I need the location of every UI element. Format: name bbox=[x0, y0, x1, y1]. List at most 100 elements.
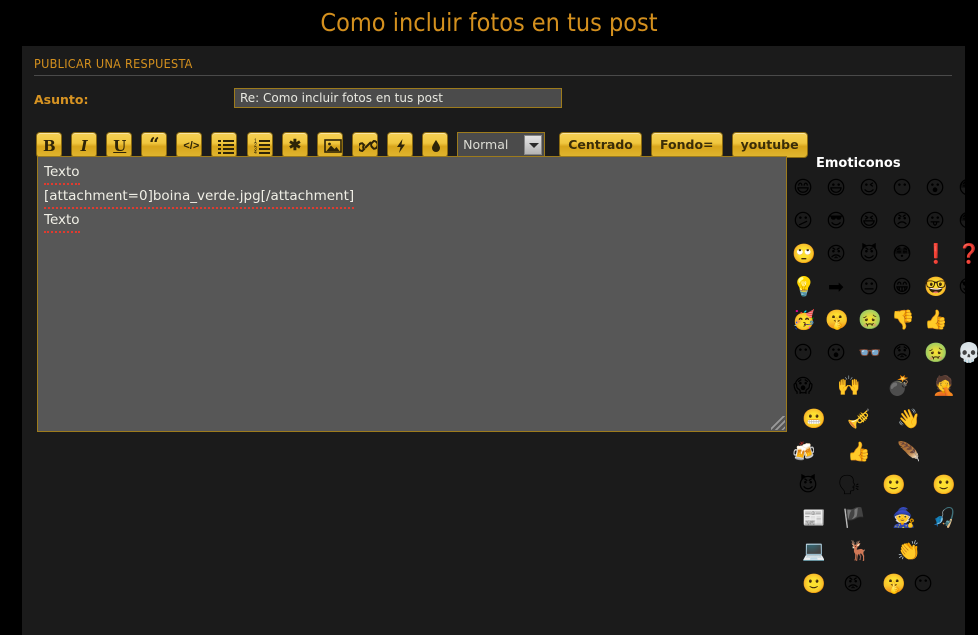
color-button[interactable] bbox=[422, 132, 448, 158]
emoticon-angry[interactable]: 😠 bbox=[891, 210, 913, 232]
bold-button[interactable]: B bbox=[36, 132, 62, 158]
subject-row: Asunto: bbox=[34, 88, 952, 114]
image-button[interactable] bbox=[317, 132, 343, 158]
emoticon-whistle[interactable]: 😬 bbox=[802, 408, 824, 430]
message-textarea[interactable]: Texto [attachment=0]boina_verde.jpg[/att… bbox=[37, 156, 787, 432]
code-button[interactable]: </> bbox=[176, 132, 202, 158]
emoticon-wink[interactable]: 😉 bbox=[858, 177, 880, 199]
centered-button[interactable]: Centrado bbox=[559, 132, 642, 158]
emoticon-glyph: 🙂 bbox=[802, 573, 824, 595]
emoticon-gossip[interactable]: 😶 bbox=[912, 573, 934, 595]
emoticon-fishing[interactable]: 🎣 bbox=[932, 507, 954, 529]
emoticon-thumbs-ok[interactable]: 👍 bbox=[847, 441, 869, 463]
emoticon-moose[interactable]: 🦌 bbox=[847, 540, 869, 562]
emoticon-spectacles[interactable]: 👓 bbox=[858, 342, 880, 364]
background-button[interactable]: Fondo= bbox=[651, 132, 723, 158]
emoticon-glyph: 🎺 bbox=[847, 408, 869, 430]
link-button[interactable] bbox=[352, 132, 378, 158]
emoticon-shocked[interactable]: 😳 bbox=[957, 177, 978, 199]
emoticon-blush[interactable]: 😳 bbox=[957, 210, 978, 232]
emoticon-glyph: 😈 bbox=[858, 243, 880, 265]
emoticon-wave[interactable]: 👋 bbox=[897, 408, 919, 430]
emoticon-glyph: ❓ bbox=[957, 243, 978, 265]
italic-icon: I bbox=[78, 134, 90, 158]
emoticon-rage[interactable]: 😡 bbox=[842, 573, 864, 595]
font-size-select[interactable]: Normal bbox=[457, 132, 545, 158]
subject-input[interactable] bbox=[234, 88, 562, 108]
emoticon-indian-chief[interactable]: 🪶 bbox=[897, 441, 919, 463]
emoticon-facepalm[interactable]: 🤦 bbox=[932, 375, 954, 397]
emoticon-exclamation[interactable]: ❗ bbox=[924, 243, 946, 265]
emoticon-sick-green[interactable]: 🤢 bbox=[924, 342, 946, 364]
emoticon-vomit[interactable]: 🤢 bbox=[858, 309, 880, 331]
emoticon-thumbs-up[interactable]: 👍 bbox=[924, 309, 946, 331]
emoticon-shout[interactable]: 😮 bbox=[825, 342, 847, 364]
emoticon-confused[interactable]: 😕 bbox=[792, 210, 814, 232]
emoticon-glyph: 🍻 bbox=[792, 441, 814, 463]
emoticon-simple-smile[interactable]: 🙂 bbox=[802, 573, 824, 595]
header-divider bbox=[34, 75, 952, 76]
emoticon-rolling-eyes[interactable]: 🙄 bbox=[792, 243, 814, 265]
emoticon-green-teeth[interactable]: 😁 bbox=[891, 276, 913, 298]
emoticon-worried[interactable]: 😟 bbox=[891, 342, 913, 364]
emoticon-smiley-bars[interactable]: 🙂 bbox=[882, 474, 904, 496]
emoticon-glyph: 😶 bbox=[891, 177, 913, 199]
quote-button[interactable]: “ bbox=[141, 132, 167, 158]
emoticon-laugh[interactable]: 😆 bbox=[858, 210, 880, 232]
emoticon-idea[interactable]: 💡 bbox=[792, 276, 814, 298]
list-item-button[interactable]: ✱ bbox=[282, 132, 308, 158]
emoticon-skull[interactable]: 💀 bbox=[957, 342, 978, 364]
emoticon-grin[interactable]: 😄 bbox=[792, 177, 814, 199]
numbered-list-button[interactable]: 12 34 bbox=[247, 132, 273, 158]
emoticon-quiet[interactable]: 🤫 bbox=[825, 309, 847, 331]
emoticon-party[interactable]: 🥳 bbox=[792, 309, 814, 331]
emoticon-glyph: 😳 bbox=[891, 243, 913, 265]
emoticon-eyes-wide[interactable]: 😳 bbox=[891, 243, 913, 265]
underline-button[interactable]: U bbox=[106, 132, 132, 158]
emoticon-hands-clap[interactable]: 👏 bbox=[897, 540, 919, 562]
emoticon-thumbs-down[interactable]: 👎 bbox=[891, 309, 913, 331]
emoticon-wizard[interactable]: 🧙 bbox=[892, 507, 914, 529]
emoticon-yelling[interactable]: 🗣 bbox=[837, 474, 859, 496]
emoticon-whisper[interactable]: 🤫 bbox=[882, 573, 904, 595]
emoticon-hands-up[interactable]: 🙌 bbox=[837, 375, 859, 397]
emoticon-trumpet[interactable]: 🎺 bbox=[847, 408, 869, 430]
emoticon-glyph: 👎 bbox=[891, 309, 913, 331]
emoticon-jail[interactable]: 🙂 bbox=[932, 474, 954, 496]
emoticon-neutral[interactable]: 😶 bbox=[891, 177, 913, 199]
emoticon-surprised[interactable]: 😮 bbox=[924, 177, 946, 199]
emoticon-glyph: 🤫 bbox=[825, 309, 847, 331]
emoticon-reading[interactable]: 📰 bbox=[802, 507, 824, 529]
bullet-list-button[interactable] bbox=[211, 132, 237, 158]
emoticon-red-devil[interactable]: 😈 bbox=[797, 474, 819, 496]
emoticon-glyph: 😎 bbox=[825, 210, 847, 232]
emoticon-neutral-2[interactable]: 😐 bbox=[858, 276, 880, 298]
emoticon-devil-angry[interactable]: 😡 bbox=[825, 243, 847, 265]
emoticon-nerd[interactable]: 🤓 bbox=[924, 276, 946, 298]
emoticon-scream[interactable]: 😱 bbox=[792, 375, 814, 397]
emoticon-glyph: 😎 bbox=[957, 276, 978, 298]
emoticon-pirate[interactable]: 🏴 bbox=[842, 507, 864, 529]
textarea-resize-handle[interactable] bbox=[771, 416, 785, 430]
emoticon-stare[interactable]: 😶 bbox=[792, 342, 814, 364]
italic-button[interactable]: I bbox=[71, 132, 97, 158]
emoticon-cheers[interactable]: 🍻 bbox=[792, 441, 814, 463]
emoticon-cool[interactable]: 😎 bbox=[825, 210, 847, 232]
emoticon-row: 🙂 😡 🤫 😶 bbox=[792, 573, 952, 606]
emoticon-glyph: 👍 bbox=[924, 309, 946, 331]
emoticon-question[interactable]: ❓ bbox=[957, 243, 978, 265]
underline-icon: U bbox=[113, 134, 125, 158]
emoticon-glyph: 😄 bbox=[792, 177, 814, 199]
emoticon-smile-big[interactable]: 😃 bbox=[825, 177, 847, 199]
emoticon-arrow[interactable]: ➡ bbox=[825, 276, 847, 298]
emoticon-glyph: 👓 bbox=[858, 342, 880, 364]
emoticon-tongue[interactable]: 😛 bbox=[924, 210, 946, 232]
emoticon-evil-grin[interactable]: 😈 bbox=[858, 243, 880, 265]
emoticon-computer[interactable]: 💻 bbox=[802, 540, 824, 562]
emoticon-glasses[interactable]: 😎 bbox=[957, 276, 978, 298]
emoticon-bomb[interactable]: 💣 bbox=[887, 375, 909, 397]
emoticon-glyph: 😠 bbox=[891, 210, 913, 232]
youtube-button[interactable]: youtube bbox=[732, 132, 808, 158]
chevron-down-icon[interactable] bbox=[524, 135, 542, 155]
flash-button[interactable] bbox=[387, 132, 413, 158]
